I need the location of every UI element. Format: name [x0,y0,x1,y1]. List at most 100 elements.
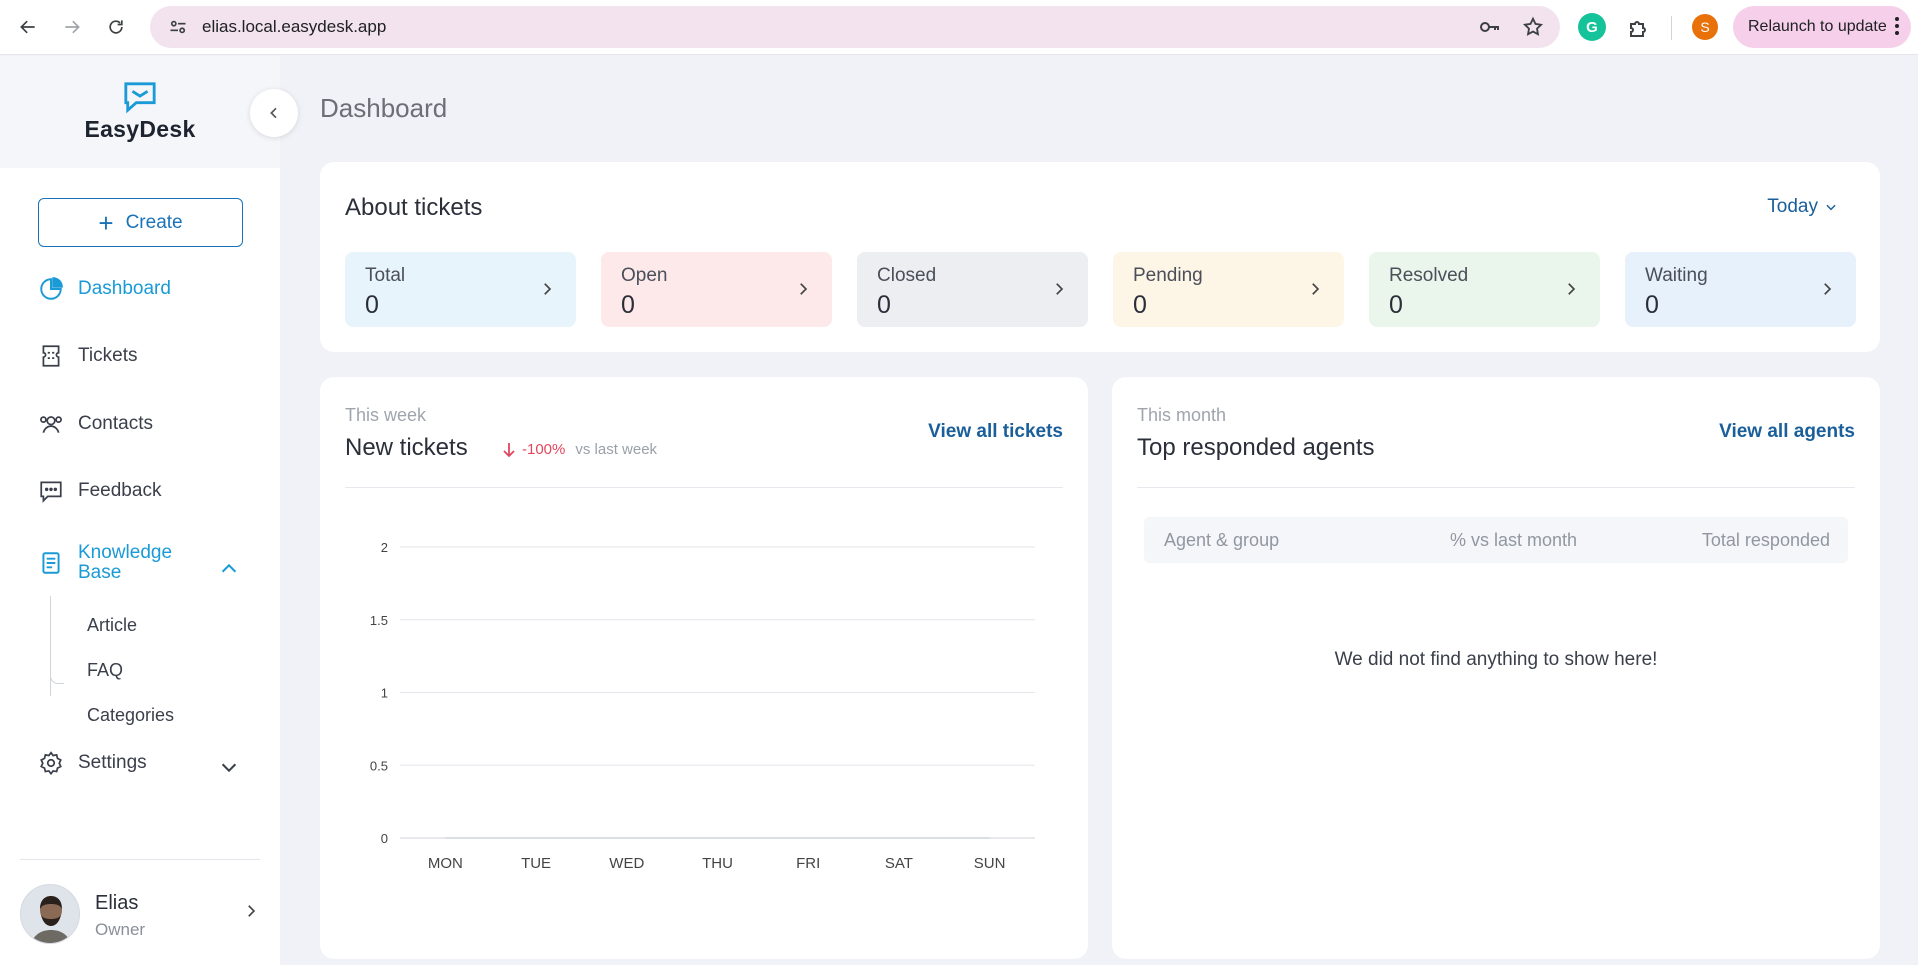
sidebar-item-label: Knowledge Base [78,542,173,583]
sidebar-item-tickets[interactable]: Tickets [38,343,137,369]
create-button[interactable]: + Create [38,198,243,247]
relaunch-button[interactable]: Relaunch to update [1733,6,1911,48]
chevron-right-icon [800,283,808,295]
y-tick-label: 1 [381,686,388,701]
chevron-left-icon [270,107,277,119]
chevron-right-icon [1056,283,1064,295]
back-icon[interactable] [6,7,50,47]
new-tickets-card: This week New tickets -100% vs last week… [320,377,1088,959]
about-tickets-card: About tickets Today Total 0 Open 0 Closed 0 Pe… [320,162,1880,352]
view-all-agents-link[interactable]: View all agents [1719,421,1855,443]
chevron-right-icon[interactable] [242,902,260,920]
stat-open[interactable]: Open 0 [601,252,832,327]
x-tick-label: MON [428,855,463,872]
view-all-tickets-link[interactable]: View all tickets [928,421,1063,443]
url-text[interactable]: elias.local.easydesk.app [202,17,386,37]
sidebar-subitem-article[interactable]: Article [87,615,137,636]
sidebar-subitem-categories[interactable]: Categories [87,705,174,726]
password-key-icon[interactable] [1478,15,1502,39]
sidebar-item-dashboard[interactable]: Dashboard [38,276,171,302]
contacts-icon [40,416,62,433]
sidebar-item-label: Feedback [78,480,162,501]
sidebar-subitem-faq[interactable]: FAQ [87,660,123,681]
card-kicker: This week [345,405,427,425]
stat-value: 0 [365,291,379,319]
stat-label: Resolved [1389,265,1469,286]
agents-table-header: Agent & group % vs last month Total resp… [1144,517,1848,563]
toolbar-separator [1671,16,1672,40]
x-tick-label: SAT [885,855,913,872]
card-title: New tickets [345,434,468,461]
subtree-elbow [50,670,64,684]
avatar [20,884,80,944]
menu-kebab-icon[interactable] [1895,17,1899,35]
user-profile[interactable]: Elias Owner [20,884,260,944]
chevron-up-icon[interactable] [218,558,240,580]
gear-icon [40,751,62,776]
ticket-icon [42,345,60,367]
sidebar-item-feedback[interactable]: Feedback [38,478,161,504]
site-settings-icon[interactable] [158,7,198,47]
empty-state-message: We did not find anything to show here! [1334,649,1658,670]
forward-icon[interactable] [50,7,94,47]
stat-value: 0 [621,291,635,319]
sidebar-item-label: Dashboard [78,278,171,299]
page-title: Dashboard [320,93,448,123]
trend-indicator: -100% vs last week [502,441,657,458]
new-tickets-chart: 0 0.5 1 1.5 2 MON TUE WED THU FRI SAT SUN [370,540,1035,872]
chevron-right-icon [1312,283,1320,295]
card-title: Top responded agents [1137,434,1375,461]
chevron-down-icon[interactable] [218,756,240,778]
chevron-right-icon [1824,283,1832,295]
column-header-pct[interactable]: % vs last month [1450,530,1577,551]
stat-resolved[interactable]: Resolved 0 [1369,252,1600,327]
chevron-down-icon [1826,204,1836,211]
x-tick-label: SUN [974,855,1006,872]
stat-label: Open [621,265,668,286]
user-name: Elias [95,892,139,914]
x-tick-label: FRI [796,855,820,872]
brand-name: EasyDesk [84,116,196,142]
bookmark-star-icon[interactable] [1522,16,1544,38]
chevron-right-icon [1568,283,1576,295]
extensions-puzzle-icon[interactable] [1626,0,1650,55]
stat-pending[interactable]: Pending 0 [1113,252,1344,327]
card-divider [345,487,1063,488]
x-tick-label: TUE [521,855,551,872]
y-tick-label: 0 [381,831,388,846]
logo-area: EasyDesk [0,56,280,168]
stat-closed[interactable]: Closed 0 [857,252,1088,327]
reload-icon[interactable] [94,7,138,47]
stat-value: 0 [1389,291,1403,319]
card-title: About tickets [345,194,483,221]
grammarly-extension-icon[interactable]: G [1578,13,1606,41]
create-label: Create [125,211,183,233]
sidebar-item-knowledge-base[interactable]: Knowledge Base [38,543,198,583]
sidebar-item-contacts[interactable]: Contacts [38,411,153,437]
stat-value: 0 [1645,291,1659,319]
stat-label: Pending [1133,265,1203,286]
sidebar-item-label: Tickets [78,345,138,366]
chat-logo-icon [124,82,156,114]
stat-waiting[interactable]: Waiting 0 [1625,252,1856,327]
book-icon [42,552,60,574]
x-tick-label: WED [609,855,644,872]
profile-avatar[interactable]: S [1692,14,1718,40]
stat-value: 0 [877,291,891,319]
user-role: Owner [95,920,146,939]
address-bar[interactable]: elias.local.easydesk.app [150,6,1560,48]
period-dropdown[interactable]: Today [1767,196,1838,218]
stat-label: Closed [877,265,937,286]
sidebar-item-settings[interactable]: Settings [38,750,147,776]
relaunch-label: Relaunch to update [1748,18,1887,35]
top-agents-card: This month Top responded agents View all… [1112,377,1880,959]
trend-comparison: vs last week [575,441,658,458]
arrow-down-icon [503,442,515,457]
column-header-total[interactable]: Total responded [1702,530,1830,551]
stat-label: Total [365,265,406,286]
feedback-icon [40,481,62,503]
card-divider [1137,487,1855,488]
stat-total[interactable]: Total 0 [345,252,576,327]
column-header-agent[interactable]: Agent & group [1164,530,1279,551]
collapse-sidebar-button[interactable] [250,89,298,137]
